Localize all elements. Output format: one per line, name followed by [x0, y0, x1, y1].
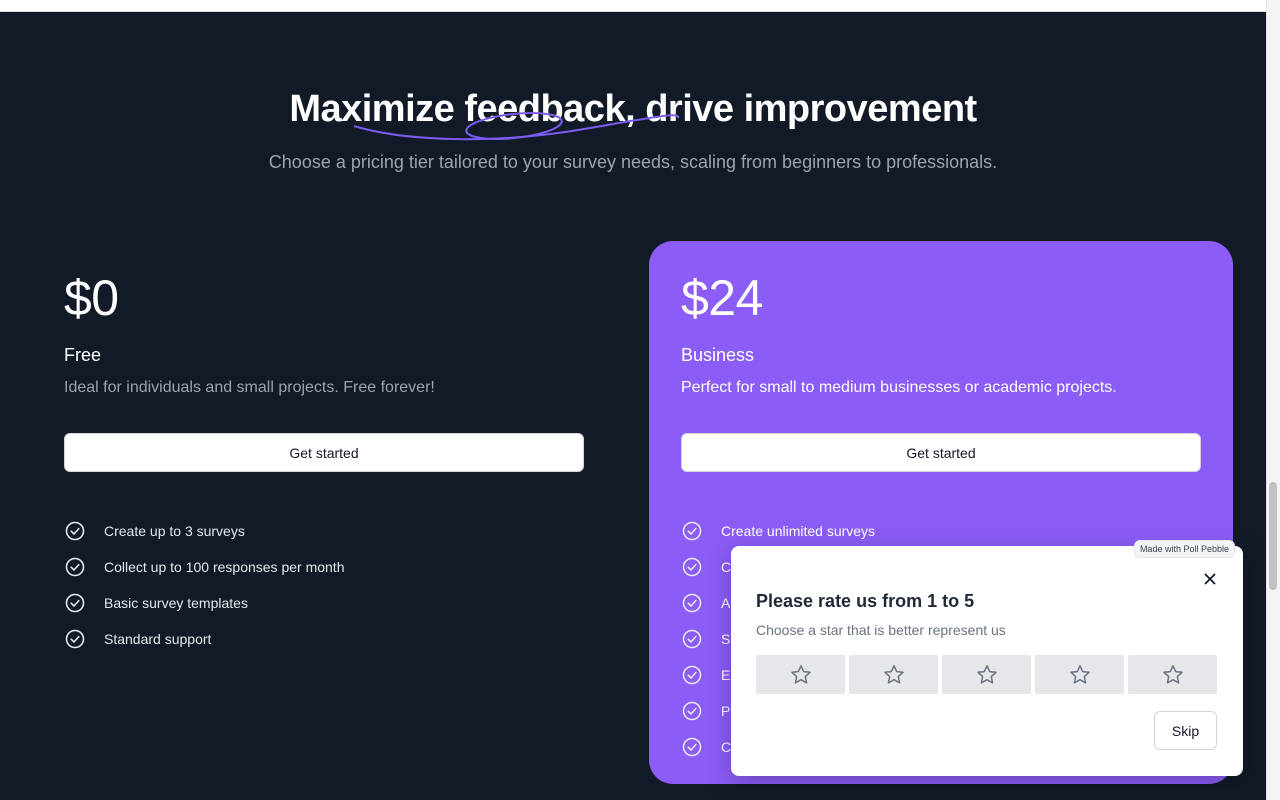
plan-price: $24	[681, 270, 763, 326]
check-circle-icon	[682, 737, 702, 757]
check-circle-icon	[682, 629, 702, 649]
feature-item: Collect up to 100 responses per month	[64, 549, 344, 585]
feature-label: C	[721, 559, 732, 575]
feature-label: Standard support	[104, 631, 212, 647]
star-rating-2-button[interactable]	[849, 655, 938, 694]
check-circle-icon	[682, 593, 702, 613]
check-circle-icon	[682, 701, 702, 721]
feature-item: Create unlimited surveys	[681, 513, 875, 549]
feature-label: E	[721, 667, 731, 683]
star-rating	[756, 655, 1217, 694]
get-started-button-free[interactable]: Get started	[64, 433, 584, 472]
scrollbar-thumb[interactable]	[1269, 482, 1277, 590]
plan-name: Business	[681, 345, 755, 365]
branding-badge[interactable]: Made with Poll Pebble	[1133, 540, 1235, 558]
star-outline-icon	[883, 664, 904, 684]
check-circle-icon	[682, 665, 702, 685]
feature-item: Basic survey templates	[64, 585, 344, 621]
feature-label: Create up to 3 surveys	[104, 523, 245, 539]
top-navbar-edge	[0, 0, 1266, 12]
plan-name: Free	[64, 345, 102, 365]
feature-label: Collect up to 100 responses per month	[104, 559, 345, 575]
check-circle-icon	[65, 593, 85, 613]
plan-description: Perfect for small to medium businesses o…	[681, 379, 1117, 396]
star-rating-1-button[interactable]	[756, 655, 845, 694]
star-rating-5-button[interactable]	[1128, 655, 1217, 694]
survey-subtitle: Choose a star that is better represent u…	[756, 622, 1006, 638]
feature-item: Standard support	[64, 621, 344, 657]
skip-button[interactable]: Skip	[1154, 711, 1217, 750]
feature-label: Basic survey templates	[104, 595, 248, 611]
feature-label: A	[721, 595, 731, 611]
check-circle-icon	[65, 629, 85, 649]
star-rating-4-button[interactable]	[1035, 655, 1124, 694]
title-swash-decoration	[353, 112, 680, 141]
hero-subtitle: Choose a pricing tier tailored to your s…	[268, 152, 998, 172]
scrollbar[interactable]	[1266, 0, 1280, 800]
star-outline-icon	[790, 664, 811, 684]
check-circle-icon	[65, 557, 85, 577]
feature-label: P	[721, 703, 731, 719]
star-rating-3-button[interactable]	[942, 655, 1031, 694]
check-circle-icon	[65, 521, 85, 541]
feature-label: Create unlimited surveys	[721, 523, 876, 539]
get-started-button-business[interactable]: Get started	[681, 433, 1201, 472]
plan-card-free: $0 Free Ideal for individuals and small …	[32, 241, 616, 784]
star-outline-icon	[976, 664, 997, 684]
check-circle-icon	[682, 557, 702, 577]
feature-label: S	[721, 631, 731, 647]
feature-list: Create up to 3 surveys Collect up to 100 …	[64, 513, 344, 657]
rating-survey-popup: Made with Poll Pebble Please rate us fro…	[731, 540, 1243, 776]
plan-description: Ideal for individuals and small projects…	[64, 379, 435, 396]
close-icon[interactable]	[1201, 570, 1219, 588]
check-circle-icon	[682, 521, 702, 541]
survey-title: Please rate us from 1 to 5	[756, 591, 975, 611]
feature-label: C	[721, 739, 732, 755]
star-outline-icon	[1162, 664, 1183, 684]
feature-item: Create up to 3 surveys	[64, 513, 344, 549]
star-outline-icon	[1069, 664, 1090, 684]
plan-price: $0	[64, 270, 119, 326]
